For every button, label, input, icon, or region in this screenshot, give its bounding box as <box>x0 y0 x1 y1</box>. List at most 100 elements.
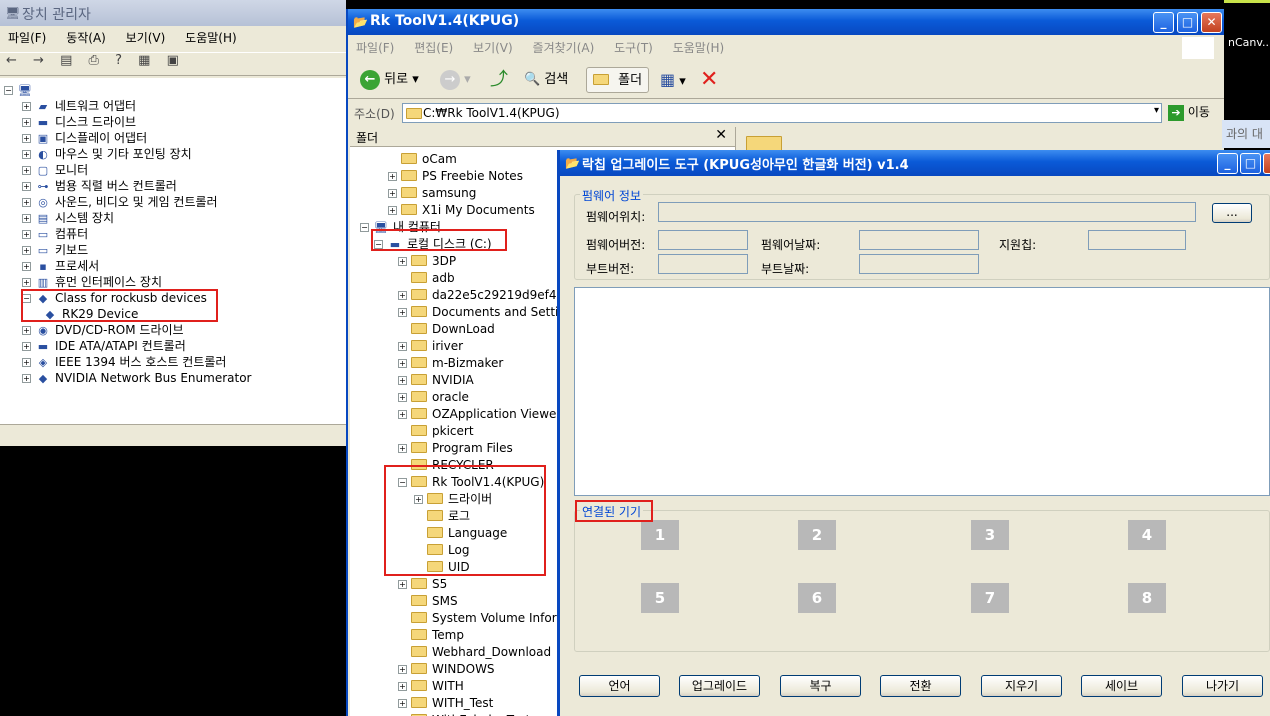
device-tree-item[interactable]: + ▭ 키보드 <box>22 242 88 258</box>
expand-icon[interactable]: + <box>22 150 31 159</box>
exit-button[interactable]: 나가기 <box>1182 675 1263 697</box>
expand-icon[interactable]: + <box>22 374 31 383</box>
folder-tree-item[interactable]: + iriver <box>398 338 463 355</box>
folder-tree-item[interactable]: + PS Freebie Notes <box>388 168 523 185</box>
folder-tree-item[interactable]: +UID <box>414 559 470 576</box>
expand-icon[interactable]: + <box>22 246 31 255</box>
fw-location-input[interactable] <box>658 202 1196 222</box>
folder-tree-item[interactable]: + Program Files <box>398 440 513 457</box>
menu-edit[interactable]: 편집(E) <box>406 36 461 56</box>
minimize-button[interactable]: _ <box>1217 153 1238 174</box>
scan-hardware-icon[interactable]: ▣ <box>167 53 179 68</box>
expand-icon[interactable]: + <box>22 214 31 223</box>
expand-icon[interactable]: + <box>398 342 407 351</box>
folders-button[interactable]: 폴더 <box>586 67 650 93</box>
expand-icon[interactable]: + <box>22 166 31 175</box>
forward-button[interactable]: → ▾ <box>440 67 471 93</box>
folder-tree-item[interactable]: + 드라이버 <box>414 491 492 508</box>
address-input[interactable]: C:₩Rk ToolV1.4(KPUG) ▾ <box>402 103 1162 123</box>
tree-root[interactable]: − 🖥 <box>4 82 37 98</box>
folder-tree-item[interactable]: − Rk ToolV1.4(KPUG) <box>398 474 544 491</box>
expand-icon[interactable]: + <box>22 134 31 143</box>
device-tree-item[interactable]: + ▥ 휴먼 인터페이스 장치 <box>22 274 162 290</box>
dropdown-icon[interactable]: ▾ <box>1154 105 1159 116</box>
collapse-icon[interactable]: − <box>374 240 383 249</box>
folder-tree-item[interactable]: +pkicert <box>398 423 474 440</box>
upgrade-tool-titlebar[interactable]: 📂 락칩 업그레이드 도구 (KPUG성아무인 한글화 버전) v1.4 _ □… <box>560 150 1270 176</box>
folder-tree-item[interactable]: + m-Bizmaker <box>398 355 503 372</box>
folder-tree-item[interactable]: +Webhard_Download <box>398 644 551 661</box>
expand-icon[interactable]: + <box>398 393 407 402</box>
upgrade-button[interactable]: 업그레이드 <box>679 675 760 697</box>
close-button[interactable]: ✕ <box>1263 153 1270 174</box>
device-tree-item[interactable]: − ◆ Class for rockusb devices <box>22 290 207 306</box>
folder-tree-item[interactable]: +3DP <box>398 253 456 270</box>
maximize-button[interactable]: □ <box>1240 153 1261 174</box>
close-pane-icon[interactable]: ✕ <box>715 127 727 143</box>
explorer-titlebar[interactable]: 📂 Rk ToolV1.4(KPUG) _ □ ✕ <box>348 9 1224 35</box>
expand-icon[interactable]: + <box>398 580 407 589</box>
device-tree-item[interactable]: + ◎ 사운드, 비디오 및 게임 컨트롤러 <box>22 194 218 210</box>
device-tree-item[interactable]: + ▪ 프로세서 <box>22 258 99 274</box>
folder-tree-item[interactable]: + S5 <box>398 576 447 593</box>
switch-button[interactable]: 전환 <box>880 675 961 697</box>
expand-icon[interactable]: + <box>414 495 423 504</box>
folder-tree-item[interactable]: + Documents and Settings <box>398 304 580 321</box>
collapse-icon[interactable]: − <box>398 478 407 487</box>
device-tree-item[interactable]: ◆ RK29 Device <box>42 306 139 322</box>
expand-icon[interactable]: + <box>22 102 31 111</box>
device-tree-item[interactable]: + ◈ IEEE 1394 버스 호스트 컨트롤러 <box>22 354 226 370</box>
expand-icon[interactable]: + <box>398 291 407 300</box>
expand-icon[interactable]: + <box>22 358 31 367</box>
views-button[interactable]: ▦ ▾ <box>660 67 686 93</box>
device-tree-item[interactable]: + ▢ 모니터 <box>22 162 88 178</box>
menu-help[interactable]: 도움말(H) <box>177 26 245 46</box>
folder-tree-item[interactable]: + WINDOWS <box>398 661 495 678</box>
menu-tools[interactable]: 도구(T) <box>606 36 661 56</box>
devmgr-titlebar[interactable]: 🖥 장치 관리자 <box>0 0 346 26</box>
expand-icon[interactable]: + <box>398 410 407 419</box>
folder-tree-item[interactable]: + oracle <box>398 389 469 406</box>
device-tree-item[interactable]: + ◆ NVIDIA Network Bus Enumerator <box>22 370 251 386</box>
help-icon[interactable]: ? <box>115 53 122 68</box>
device-tree-item[interactable]: + ▬ 디스크 드라이브 <box>22 114 136 130</box>
minimize-button[interactable]: _ <box>1153 12 1174 33</box>
close-button[interactable]: ✕ <box>1201 12 1222 33</box>
collapse-icon[interactable]: − <box>4 86 13 95</box>
menu-action[interactable]: 동작(A) <box>58 26 114 46</box>
menu-view[interactable]: 보기(V) <box>118 26 174 46</box>
folder-tree-item[interactable]: + samsung <box>388 185 476 202</box>
print-icon[interactable]: ⎙ <box>89 53 99 68</box>
folder-tree-item[interactable]: + WITH_Test <box>398 695 493 712</box>
folder-tree-item[interactable]: +로그 <box>414 508 470 525</box>
device-tree-item[interactable]: + ⊶ 범용 직렬 버스 컨트롤러 <box>22 178 177 194</box>
folder-tree-item[interactable]: + X1i My Documents <box>388 202 535 219</box>
expand-icon[interactable]: + <box>22 182 31 191</box>
expand-icon[interactable]: + <box>388 206 397 215</box>
save-button[interactable]: 세이브 <box>1081 675 1162 697</box>
collapse-icon[interactable]: − <box>360 223 369 232</box>
expand-icon[interactable]: + <box>22 118 31 127</box>
folder-tree-item[interactable]: +WithEchelonTest <box>398 712 530 716</box>
menu-favorites[interactable]: 즐겨찾기(A) <box>525 36 603 56</box>
expand-icon[interactable]: + <box>22 230 31 239</box>
log-area[interactable] <box>574 287 1270 496</box>
expand-icon[interactable]: + <box>398 308 407 317</box>
menu-file[interactable]: 파일(F) <box>0 26 54 46</box>
expand-icon[interactable]: + <box>398 699 407 708</box>
collapse-icon[interactable]: − <box>22 294 31 303</box>
expand-icon[interactable]: + <box>22 262 31 271</box>
folder-tree-item[interactable]: +DownLoad <box>398 321 495 338</box>
folder-tree-item[interactable]: +SMS <box>398 593 458 610</box>
expand-icon[interactable]: + <box>388 172 397 181</box>
expand-icon[interactable]: + <box>22 278 31 287</box>
folder-tree-item[interactable]: +oCam <box>388 151 457 168</box>
folder-tree-item[interactable]: − 🖥 내 컴퓨터 <box>360 219 441 236</box>
expand-icon[interactable]: + <box>22 342 31 351</box>
device-tree-item[interactable]: + ▣ 디스플레이 어댑터 <box>22 130 147 146</box>
folder-tree-item[interactable]: + WITH <box>398 678 464 695</box>
folder-tree-item[interactable]: +Temp <box>398 627 464 644</box>
browse-button[interactable]: ... <box>1212 203 1252 223</box>
device-tree-item[interactable]: + ▬ IDE ATA/ATAPI 컨트롤러 <box>22 338 186 354</box>
device-tree-item[interactable]: + ▭ 컴퓨터 <box>22 226 88 242</box>
